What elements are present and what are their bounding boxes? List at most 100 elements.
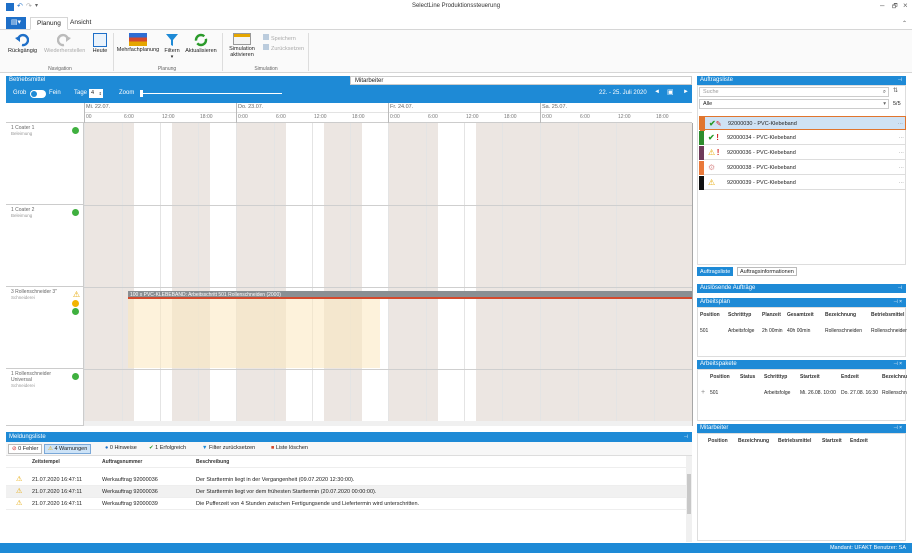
today-button[interactable]: Heute [90, 33, 110, 54]
filter-reset-button[interactable]: ▼ Filter zurücksetzen [199, 444, 258, 454]
table-row[interactable]: ⚠ 21.07.2020 16:47:11 Werkauftrag 92000036… [6, 486, 692, 498]
tab-ansicht[interactable]: Ansicht [64, 17, 97, 30]
pin-icon[interactable]: ⊣ [684, 432, 688, 442]
calendar-picker-icon[interactable]: ▣ [667, 88, 674, 96]
filter-button[interactable]: Filtern ▾ [162, 33, 182, 60]
pin-icon[interactable]: ⊣ [898, 284, 902, 293]
expand-icon[interactable]: + [701, 389, 705, 396]
more-icon[interactable]: ··· [899, 176, 905, 190]
search-input[interactable]: Suche ⌕ [699, 87, 889, 97]
tage-spinner[interactable]: 4 ⇕ [89, 89, 103, 98]
close-icon[interactable]: ⊣ × [893, 298, 902, 307]
hour-label: 6:00 [428, 114, 438, 120]
column-header: Bezeichnu [882, 374, 908, 380]
warning-icon: ⚠ [48, 446, 53, 452]
non-working-band [84, 123, 135, 426]
more-icon[interactable]: ··· [899, 161, 905, 175]
zoom-label: Zoom [119, 90, 135, 96]
hour-gridline [198, 123, 199, 426]
hour-label: 18:00 [504, 114, 517, 120]
next-icon[interactable]: ► [683, 89, 689, 95]
tab-auftragsinformationen[interactable]: Auftragsinformationen [737, 267, 797, 276]
row-time: 21.07.2020 16:47:11 [32, 501, 83, 507]
order-color-marker [699, 161, 704, 175]
non-working-band [324, 123, 363, 426]
day-gridline [692, 123, 693, 426]
grob-fein-toggle[interactable] [30, 90, 46, 98]
redo-button[interactable]: Wiederherstellen [44, 33, 85, 54]
filter-reset-label: Filter zurücksetzen [208, 445, 256, 451]
filter-dropdown-icon: ▾ [170, 54, 174, 60]
minimize-icon[interactable]: – [880, 1, 884, 10]
col-zeitstempel[interactable]: Zeitstempel [32, 456, 60, 468]
close-icon[interactable]: ⊣ × [893, 360, 902, 369]
resource-row[interactable]: 1 Coater 1 Beleimung [6, 123, 84, 205]
resource-row[interactable]: 1 Coater 2 Beleimung [6, 205, 84, 287]
filter-select[interactable]: Alle ▾ [699, 99, 889, 109]
sort-icon[interactable]: ⇅ [893, 87, 898, 94]
table-row[interactable]: ⚠ 21.07.2020 16:47:11 Werkauftrag 92000039… [6, 498, 692, 510]
scrollbar[interactable] [686, 456, 692, 542]
window-title: SelectLine Produktionssteuerung [411, 3, 501, 9]
more-icon[interactable]: ··· [899, 146, 905, 160]
col-auftragsnummer[interactable]: Auftragsnummer [102, 456, 142, 468]
pin-icon[interactable]: ⊣ [898, 76, 902, 85]
file-menu-button[interactable]: ▤▾ [6, 17, 26, 29]
tab-betriebsmittel[interactable]: Betriebsmittel [6, 76, 350, 85]
restore-icon[interactable]: 🗗 [892, 2, 898, 12]
hour-gridline [616, 123, 617, 426]
hour-label: 6:00 [276, 114, 286, 120]
tab-auftragsliste[interactable]: Auftragsliste [697, 267, 734, 276]
column-header: Position [700, 312, 720, 318]
erfolg-filter[interactable]: ✔ 1 Erfolgreich [146, 444, 189, 454]
reset-button[interactable]: Zurücksetzen [263, 44, 304, 52]
tage-label: Tage [74, 90, 88, 96]
status-text: Mandant: UFAKT Benutzer: SA [829, 545, 906, 551]
order-item[interactable]: ⚠ ! 92000036 - PVC-Klebeband ··· [699, 146, 906, 160]
table-header: Zeitstempel Auftragsnummer Beschreibung [6, 456, 692, 468]
order-item[interactable]: ⚙ 92000038 - PVC-Klebeband ··· [699, 161, 906, 175]
warning-icon: ⚠ [16, 476, 23, 483]
multi-planning-button[interactable]: Mehrfachplanung [116, 33, 160, 53]
tab-mitarbeiter[interactable]: Mitarbeiter [350, 76, 692, 85]
group-navigation: Navigation [48, 66, 72, 72]
gantt-grid[interactable]: 100 x PVC-KLEBEBAND: Arbeitsschritt 501 … [84, 123, 693, 426]
order-item[interactable]: ⚠ 92000039 - PVC-Klebeband ··· [699, 176, 906, 190]
resource-row[interactable]: 3 Rollenschneider 3" Schneiderei [6, 287, 84, 369]
column-header: Position [710, 374, 730, 380]
more-icon[interactable]: ··· [898, 117, 904, 131]
simulation-button[interactable]: Simulation aktivieren [226, 33, 258, 58]
close-icon[interactable]: × [903, 1, 908, 10]
more-icon[interactable]: ··· [899, 131, 905, 145]
table-row[interactable]: ⚠ 21.07.2020 16:47:11 Werkauftrag 92000036… [6, 474, 692, 486]
col-beschreibung[interactable]: Beschreibung [196, 456, 229, 468]
order-item[interactable]: ✔ ! 92000034 - PVC-Klebeband ··· [699, 131, 906, 145]
multi-planning-label: Mehrfachplanung [116, 47, 160, 53]
save-button[interactable]: Speichern [263, 34, 296, 42]
clear-list-button[interactable]: ■ Liste löschen [268, 444, 311, 454]
tab-planung[interactable]: Planung [30, 17, 68, 30]
warning-icon: ⚠ [16, 488, 23, 495]
hinweise-filter[interactable]: ● 0 Hinweise [102, 444, 140, 454]
simulation-label: Simulation aktivieren [229, 46, 255, 58]
refresh-button[interactable]: Aktualisieren [184, 33, 218, 54]
gantt-toolbar: Grob Fein Tage 4 ⇕ Zoom 22. - 25. Juli 20… [6, 85, 692, 103]
close-icon[interactable]: ⊣ × [893, 424, 902, 433]
ribbon-collapse-icon[interactable]: ⌃ [902, 20, 907, 27]
warnungen-filter[interactable]: ⚠ 4 Warnungen [44, 444, 92, 454]
reset-icon [263, 44, 269, 50]
cell: Rollenschn [882, 390, 907, 396]
row-desc: Der Starttermin liegt vor dem frühesten … [196, 489, 377, 495]
undo-button[interactable]: Rückgängig [8, 33, 37, 54]
gantt-bar[interactable]: 100 x PVC-KLEBEBAND: Arbeitsschritt 501 … [128, 291, 692, 299]
prev-icon[interactable]: ◄ [654, 89, 660, 95]
arbeitsplan-header: Arbeitsplan ⊣ × [697, 298, 906, 307]
non-working-band [172, 123, 211, 426]
fehler-filter[interactable]: ⊘ 0 Fehler [8, 444, 43, 454]
zoom-slider[interactable] [140, 90, 282, 97]
order-color-marker [699, 146, 704, 160]
hour-gridline [654, 123, 655, 426]
horizontal-scrollbar[interactable] [84, 421, 692, 426]
order-item[interactable]: ✔✎ 92000030 - PVC-Klebeband ··· [699, 116, 906, 131]
warning-icon: ⚠ [72, 290, 80, 299]
